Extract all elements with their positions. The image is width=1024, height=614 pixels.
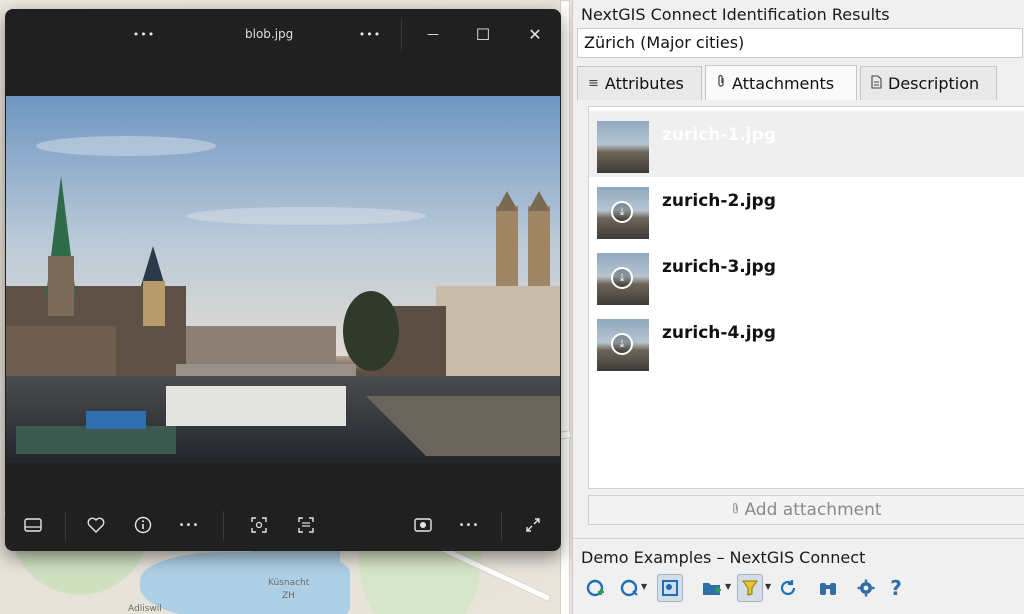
filter-icon[interactable] [737,574,763,602]
attachment-thumbnail: ⤓ [597,187,649,239]
paperclip-icon [716,74,726,92]
tab-attachments-label: Attachments [732,73,835,93]
slideshow-icon[interactable] [411,513,435,537]
chevron-down-icon: ▼ [765,582,772,591]
expand-icon[interactable] [521,513,545,537]
more-options-right-icon[interactable]: ••• [457,513,481,537]
attachment-item[interactable]: ⤓ zurich-2.jpg [589,177,1024,243]
attachment-thumbnail: ⤓ [597,319,649,371]
tab-description-label: Description [888,74,980,93]
download-icon[interactable]: ⤓ [611,267,633,289]
help-icon[interactable]: ? [883,574,909,602]
feature-combo[interactable]: Zürich (Major cities) [577,28,1023,58]
viewer-bottom-toolbar: ••• ••• [5,501,561,551]
identify-icon[interactable] [657,574,683,602]
info-icon[interactable] [131,513,155,537]
tab-attributes-label: Attributes [604,74,684,93]
attachment-thumbnail: ⤓ [597,253,649,305]
attachment-thumbnail [597,121,649,173]
new-folder-icon[interactable] [699,574,725,602]
displayed-photo [6,96,560,463]
viewer-menu-left-button[interactable]: ••• [129,21,159,47]
chevron-down-icon: ▼ [725,582,732,591]
minimize-button[interactable]: — [419,21,447,47]
attachments-list[interactable]: zurich-1.jpg ⤓ zurich-2.jpg ⤓ zurich-3.j… [588,106,1024,489]
map-label-adliswil: Adliswil [128,604,162,614]
more-options-icon[interactable]: ••• [177,513,201,537]
attachment-name: zurich-4.jpg [662,323,776,343]
close-button[interactable]: ✕ [521,21,549,47]
tab-attributes[interactable]: ≡ Attributes [577,66,702,100]
binoculars-icon[interactable] [815,574,841,602]
attachment-item[interactable]: zurich-1.jpg [589,111,1024,177]
text-recognition-icon[interactable] [294,513,318,537]
chevron-down-icon: ▼ [641,582,648,591]
maximize-button[interactable]: ☐ [469,21,497,47]
identification-results-panel: NextGIS Connect Identification Results Z… [572,0,1024,614]
attachment-name: zurich-1.jpg [662,125,776,145]
attachment-name: zurich-3.jpg [662,257,776,277]
tab-attachments[interactable]: Attachments [705,65,857,100]
heart-icon[interactable] [84,513,108,537]
add-attachment-label: Add attachment [744,500,882,520]
attachment-item[interactable]: ⤓ zurich-4.jpg [589,309,1024,375]
viewer-menu-right-button[interactable]: ••• [355,21,385,47]
paperclip-icon [731,502,740,519]
attachment-item[interactable]: ⤓ zurich-3.jpg [589,243,1024,309]
download-icon[interactable]: ⤓ [611,333,633,355]
list-icon: ≡ [588,76,599,91]
add-layer-dropdown-icon[interactable] [617,574,643,602]
map-label-kuesnacht: Küsnacht [268,578,310,588]
photo-viewer-window[interactable]: ••• blob.jpg ••• — ☐ ✕ ••• ••• [5,9,561,551]
tab-description[interactable]: Description [860,66,997,100]
zurich-photo-illustration [6,96,560,463]
add-layer-icon[interactable] [583,574,609,602]
panel-title: NextGIS Connect Identification Results [581,5,890,24]
add-attachment-button[interactable]: Add attachment [588,495,1024,525]
viewer-title: blob.jpg [245,27,294,41]
download-icon[interactable]: ⤓ [611,201,633,223]
settings-icon[interactable] [853,574,879,602]
filmstrip-icon[interactable] [21,513,45,537]
footer-title: Demo Examples – NextGIS Connect [581,548,866,567]
attachment-name: zurich-2.jpg [662,191,776,211]
viewer-titlebar[interactable]: ••• blob.jpg ••• — ☐ ✕ [5,9,561,59]
refresh-icon[interactable] [775,574,801,602]
map-label-zh: ZH [282,591,295,601]
crop-icon[interactable] [247,513,271,537]
document-icon [871,74,882,93]
